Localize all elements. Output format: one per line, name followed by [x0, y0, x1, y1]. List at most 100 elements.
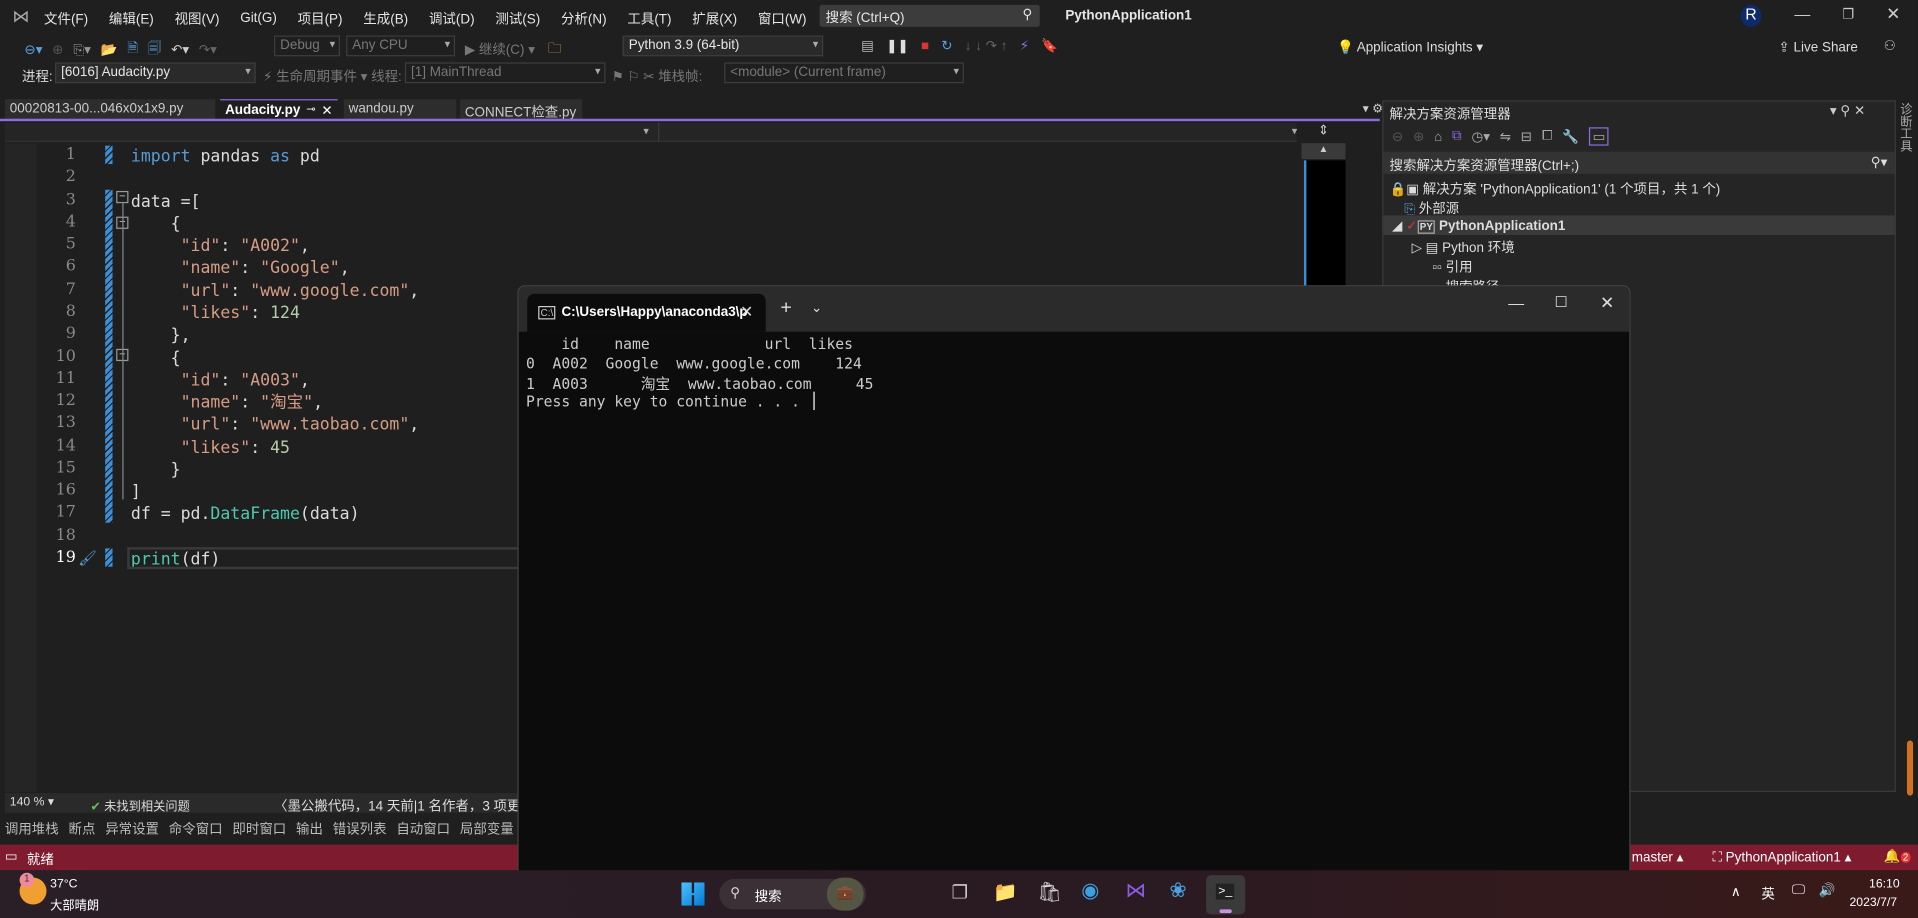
- preview-icon[interactable]: ▭: [1588, 127, 1610, 146]
- visual-studio-icon[interactable]: ⋈: [1125, 879, 1146, 903]
- issues-indicator[interactable]: ✔ 未找到相关问题: [91, 796, 190, 813]
- store-icon[interactable]: 🛍: [1037, 880, 1062, 904]
- tool-tab[interactable]: 即时窗口: [232, 819, 286, 839]
- panel-controls[interactable]: ▾ ⚲ ✕: [1830, 103, 1865, 119]
- menu-item[interactable]: 编辑(E): [109, 9, 154, 29]
- new-tab-button[interactable]: +: [780, 297, 791, 319]
- start-button[interactable]: [681, 882, 705, 906]
- codelens-info[interactable]: 〈墨公搬代码，14 天前|1 名作者，3 项更改: [274, 796, 534, 816]
- sync-icon[interactable]: ⇋: [1500, 129, 1511, 145]
- menu-item[interactable]: 视图(V): [175, 9, 220, 29]
- menu-item[interactable]: 扩展(X): [692, 9, 737, 29]
- tab-options-icons[interactable]: ▾ ⚙: [1363, 103, 1384, 116]
- menu-item[interactable]: 文件(F): [44, 9, 88, 29]
- restore-button[interactable]: ❐: [1842, 6, 1854, 22]
- edge-icon[interactable]: ◉: [1081, 879, 1099, 903]
- configuration-dropdown[interactable]: Debug: [273, 35, 341, 57]
- save-icon[interactable]: 🗎: [127, 38, 138, 61]
- notifications-button[interactable]: 🔔 2: [1884, 848, 1911, 864]
- network-icon[interactable]: 🖵: [1792, 883, 1805, 899]
- tool-tab[interactable]: 自动窗口: [396, 819, 450, 839]
- task-view-icon[interactable]: ❐: [952, 881, 968, 904]
- branch-button[interactable]: master ▴: [1632, 849, 1684, 866]
- taskbar-search[interactable]: ⚲ 搜索 💼: [719, 877, 867, 911]
- menu-item[interactable]: 项目(P): [298, 9, 343, 29]
- zoom-dropdown[interactable]: 140 % ▾: [10, 796, 54, 809]
- back-icon[interactable]: ⊖▾: [24, 42, 42, 58]
- stop-icon[interactable]: ■: [921, 39, 929, 54]
- tool-tab[interactable]: 错误列表: [333, 819, 387, 839]
- tab-1[interactable]: Audacity.py ⊸ ✕: [220, 99, 338, 120]
- terminal-taskbar-icon[interactable]: >_: [1206, 875, 1246, 915]
- new-item-icon[interactable]: ⎘▾: [73, 41, 91, 58]
- menu-item[interactable]: 生成(B): [363, 9, 408, 29]
- feedback-icon[interactable]: ⚇: [1884, 38, 1896, 54]
- expand-icon[interactable]: ▷: [1412, 241, 1426, 256]
- tool-tab[interactable]: 断点: [68, 819, 95, 839]
- bookmark-icon[interactable]: 🔖: [1041, 38, 1058, 54]
- breakpoint-edit-icon[interactable]: 🖌: [78, 550, 97, 567]
- home-icon[interactable]: ⌂: [1434, 129, 1442, 144]
- stack-frame-dropdown[interactable]: <module> (Current frame): [724, 62, 964, 84]
- hot-reload-icon[interactable]: ⚡: [1020, 38, 1029, 54]
- find-in-files-icon[interactable]: 🗀: [548, 38, 561, 61]
- terminal-tab[interactable]: C:\ C:\Users\Happy\anaconda3\p ✕: [527, 293, 766, 332]
- forward-icon[interactable]: ⊕: [52, 42, 63, 58]
- tool-tab[interactable]: 命令窗口: [169, 819, 223, 839]
- step-over-icon[interactable]: ↓ ↓ ↷ ↑: [965, 38, 1008, 54]
- redo-icon[interactable]: ↷▾: [199, 42, 217, 58]
- save-all-icon[interactable]: 🗐: [148, 38, 161, 61]
- thread-dropdown[interactable]: [1] MainThread: [404, 62, 606, 84]
- back-icon[interactable]: ⊖: [1392, 129, 1403, 145]
- code-minimap[interactable]: [1303, 160, 1346, 295]
- lifecycle-events[interactable]: ⚡ 生命周期事件 ▾ 线程:: [263, 66, 402, 86]
- tree-item-external-sources[interactable]: ⎘ 外部源: [1404, 198, 1459, 218]
- weather-icon[interactable]: 1: [19, 872, 47, 905]
- pending-changes-icon[interactable]: ◷▾: [1471, 129, 1490, 145]
- tool-tab[interactable]: 局部变量: [460, 819, 514, 839]
- volume-icon[interactable]: 🔊: [1819, 883, 1836, 899]
- minimize-button[interactable]: —: [1508, 294, 1524, 312]
- menu-item[interactable]: 调试(D): [429, 9, 475, 29]
- close-tab-icon[interactable]: ✕: [321, 103, 332, 119]
- close-button[interactable]: ✕: [1600, 293, 1614, 314]
- file-explorer-icon[interactable]: 📁: [993, 880, 1017, 904]
- tab-dropdown-button[interactable]: ⌄: [811, 300, 822, 316]
- tab-0[interactable]: 00020813-00...046x0x1x9.py: [4, 99, 216, 120]
- minimize-button[interactable]: —: [1794, 5, 1810, 23]
- continue-button[interactable]: ▶ 继续(C) ▾: [465, 39, 535, 59]
- menu-item[interactable]: 工具(T): [627, 9, 671, 29]
- properties-icon[interactable]: 🔧: [1562, 129, 1579, 145]
- pin-icon[interactable]: ⊸: [306, 103, 315, 116]
- platform-dropdown[interactable]: Any CPU: [346, 35, 456, 57]
- ime-indicator[interactable]: 英: [1761, 884, 1774, 904]
- undo-icon[interactable]: ↶▾: [171, 42, 189, 58]
- account-avatar[interactable]: R: [1740, 4, 1762, 27]
- menu-item[interactable]: Git(G): [240, 11, 277, 26]
- menu-item[interactable]: 窗口(W): [758, 9, 807, 29]
- collapse-all-icon[interactable]: ⊟: [1521, 129, 1532, 145]
- tree-item-project[interactable]: ◢ ✓ PY PythonApplication1: [1392, 218, 1565, 234]
- clock-date[interactable]: 2023/7/7: [1849, 896, 1897, 909]
- show-hidden-icons[interactable]: ∧: [1731, 884, 1741, 900]
- solution-search-input[interactable]: 搜索解决方案资源管理器(Ctrl+;) ⚲▾: [1383, 151, 1895, 174]
- tool-tab[interactable]: 输出: [296, 819, 323, 839]
- app-insights-button[interactable]: 💡 Application Insights ▾: [1337, 39, 1483, 55]
- switch-views-icon[interactable]: ⧉: [1452, 129, 1462, 145]
- chevron-down-icon[interactable]: ▾: [1292, 125, 1298, 138]
- forward-icon[interactable]: ⊕: [1413, 129, 1424, 145]
- diagnostic-tools-tab[interactable]: 诊断工具: [1897, 103, 1913, 152]
- python-environment-dropdown[interactable]: Python 3.9 (64-bit): [622, 35, 824, 57]
- terminal-window[interactable]: C:\ C:\Users\Happy\anaconda3\p ✕ + ⌄ — ☐…: [517, 285, 1631, 873]
- open-file-icon[interactable]: 📂: [101, 42, 118, 58]
- process-dropdown[interactable]: [6016] Audacity.py: [55, 62, 256, 84]
- tool-tab[interactable]: 调用堆栈: [5, 819, 59, 839]
- menu-item[interactable]: 分析(N): [561, 9, 607, 29]
- expand-icon[interactable]: ◢: [1392, 219, 1406, 234]
- tree-item-references[interactable]: ▫▫ 引用: [1432, 257, 1472, 277]
- tree-item-python-environments[interactable]: ▷ ▤ Python 环境: [1412, 237, 1515, 257]
- project-button[interactable]: ⛶ PythonApplication1 ▴: [1712, 849, 1851, 866]
- close-button[interactable]: ✕: [1886, 4, 1900, 25]
- show-all-files-icon[interactable]: ⧠: [1542, 129, 1553, 145]
- chevron-down-icon[interactable]: ▾: [643, 125, 649, 138]
